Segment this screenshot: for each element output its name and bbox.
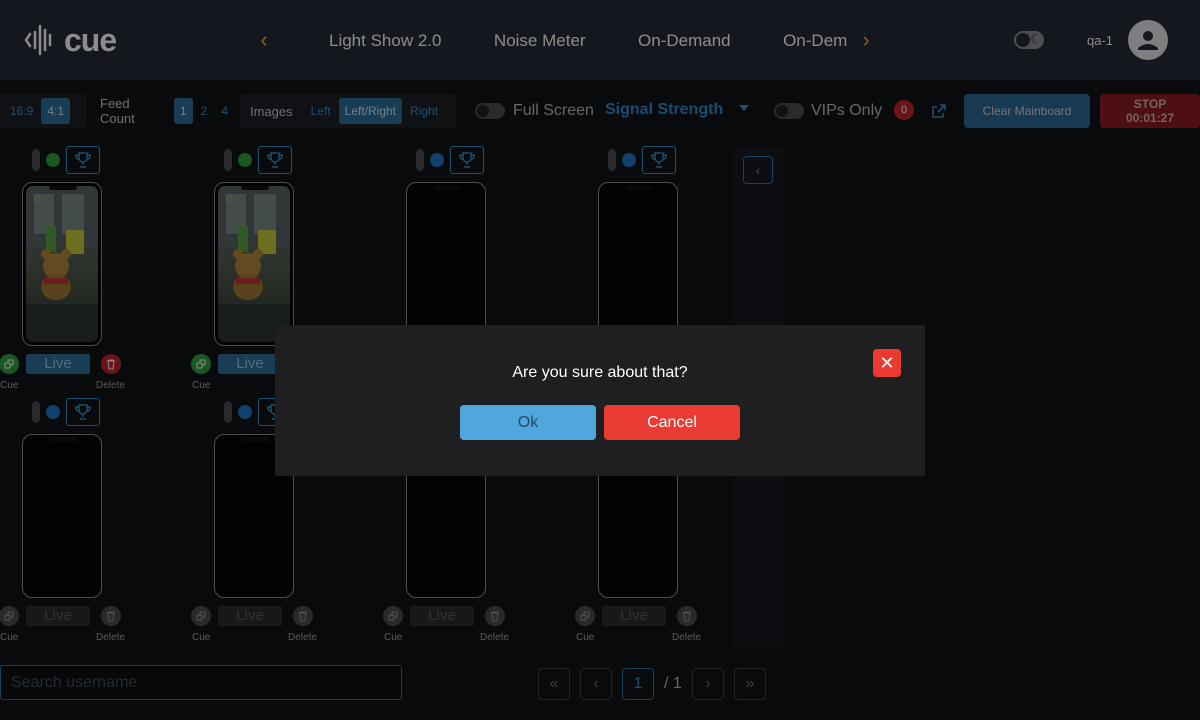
cancel-button[interactable]: Cancel	[604, 405, 740, 440]
confirm-dialog: ✕ Are you sure about that? Ok Cancel	[275, 325, 925, 476]
confirm-message: Are you sure about that?	[512, 364, 688, 381]
ok-button[interactable]: Ok	[460, 405, 596, 440]
